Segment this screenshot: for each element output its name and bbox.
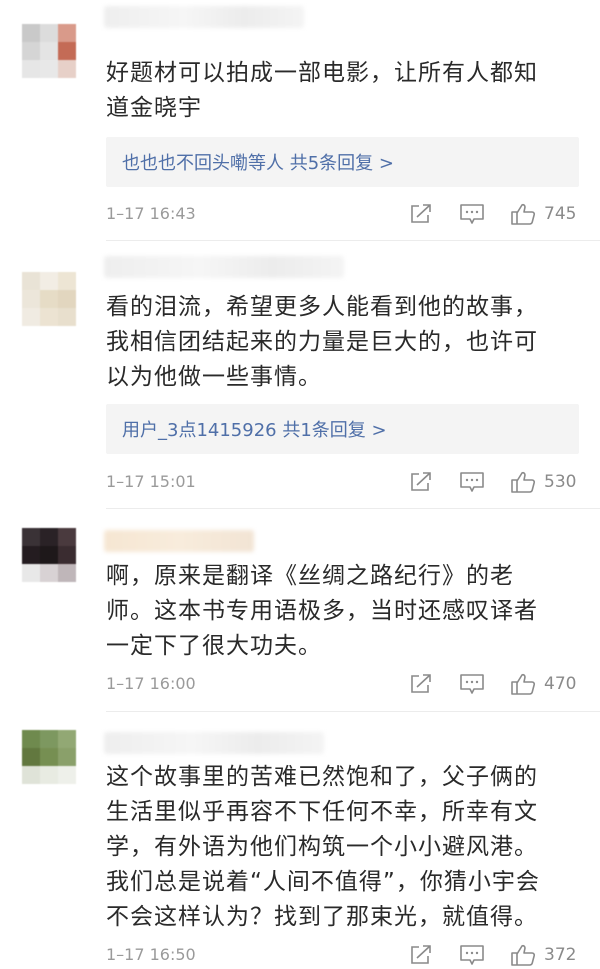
divider: [106, 508, 600, 509]
divider: [106, 240, 600, 241]
comment-meta: 1–17 15:01 530: [106, 469, 580, 495]
comment-text-line: 啊，原来是翻译《丝绸之路纪行》的老: [106, 563, 514, 589]
comment-text-line: 这个故事里的苦难已然饱和了，父子俩的: [106, 764, 538, 790]
comment-text-line: 我们总是说着“人间不值得”，你猜小宇会: [106, 869, 540, 895]
like-icon[interactable]: [510, 470, 536, 494]
like-icon[interactable]: [510, 943, 536, 967]
comment-icon[interactable]: [459, 943, 485, 967]
like-icon[interactable]: [510, 672, 536, 696]
comment-text-line: 学，有外语为他们构筑一个小小避风港。: [106, 834, 538, 860]
comment-text-line: 道金晓宇: [106, 95, 202, 121]
timestamp: 1–17 16:50: [106, 945, 196, 964]
like-count: 745: [544, 204, 577, 224]
timestamp: 1–17 15:01: [106, 472, 196, 491]
username-blurred[interactable]: [104, 256, 344, 278]
comment-text-line: 不会这样认为？找到了那束光，就值得。: [106, 904, 538, 930]
like-count: 372: [544, 945, 577, 965]
avatar[interactable]: [22, 730, 76, 784]
username-blurred[interactable]: [104, 530, 254, 552]
like-icon[interactable]: [510, 202, 536, 226]
comment-text-line: 生活里似乎再容不下任何不幸，所幸有文: [106, 799, 538, 825]
comment-text: 看的泪流，希望更多人能看到他的故事， 我相信团结起来的力量是巨大的，也许可 以为…: [106, 290, 576, 395]
timestamp: 1–17 16:00: [106, 674, 196, 693]
comment-icon[interactable]: [459, 672, 485, 696]
comment-icon[interactable]: [459, 202, 485, 226]
reply-summary-text[interactable]: 也也也不回头嘞等人 共5条回复 >: [122, 149, 394, 175]
comment-text: 这个故事里的苦难已然饱和了，父子俩的 生活里似乎再容不下任何不幸，所幸有文 学，…: [106, 760, 576, 935]
comment-meta: 1–17 16:00 470: [106, 671, 580, 697]
comment-text-line: 以为他做一些事情。: [106, 364, 322, 390]
like-count: 530: [544, 472, 577, 492]
comment-text: 好题材可以拍成一部电影，让所有人都知 道金晓宇: [106, 56, 576, 126]
avatar[interactable]: [22, 24, 76, 78]
comment-meta: 1–17 16:43 745: [106, 201, 580, 227]
share-icon[interactable]: [408, 672, 434, 696]
username-blurred[interactable]: [104, 732, 324, 754]
comment-text-line: 看的泪流，希望更多人能看到他的故事，: [106, 294, 538, 320]
divider: [106, 711, 600, 712]
comment-text: 啊，原来是翻译《丝绸之路纪行》的老 师。这本书专用语极多，当时还感叹译者 一定下…: [106, 559, 576, 664]
like-count: 470: [544, 674, 577, 694]
comment-text-line: 好题材可以拍成一部电影，让所有人都知: [106, 60, 538, 86]
comment-text-line: 一定下了很大功夫。: [106, 633, 322, 659]
comment-text-line: 我相信团结起来的力量是巨大的，也许可: [106, 329, 538, 355]
share-icon[interactable]: [408, 470, 434, 494]
avatar[interactable]: [22, 528, 76, 582]
reply-summary-text[interactable]: 用户_3点1415926 共1条回复 >: [122, 416, 387, 442]
reply-summary[interactable]: 用户_3点1415926 共1条回复 >: [106, 404, 579, 454]
comment-icon[interactable]: [459, 470, 485, 494]
avatar[interactable]: [22, 272, 76, 326]
share-icon[interactable]: [408, 202, 434, 226]
comment-text-line: 师。这本书专用语极多，当时还感叹译者: [106, 598, 538, 624]
username-blurred[interactable]: [104, 6, 304, 28]
timestamp: 1–17 16:43: [106, 204, 196, 223]
share-icon[interactable]: [408, 943, 434, 967]
comment-meta: 1–17 16:50 372: [106, 942, 580, 968]
reply-summary[interactable]: 也也也不回头嘞等人 共5条回复 >: [106, 137, 579, 187]
